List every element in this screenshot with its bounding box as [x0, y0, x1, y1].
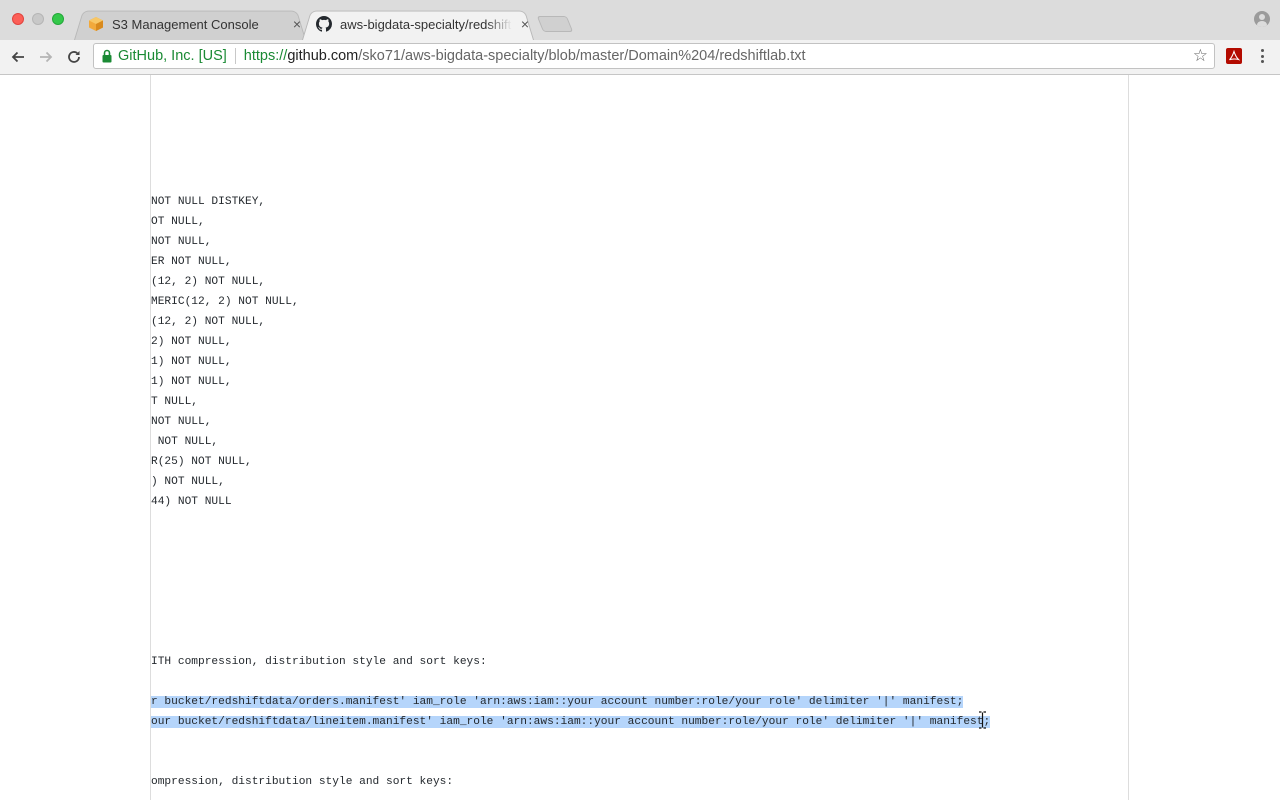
- code-line-text: NOT NULL,: [151, 236, 212, 248]
- url-path: /sko71/aws-bigdata-specialty/blob/master…: [358, 48, 806, 64]
- address-divider: [234, 48, 236, 64]
- browser-menu-icon[interactable]: [1256, 47, 1268, 65]
- tab-close-icon[interactable]: ×: [518, 16, 532, 32]
- tab-github-redshiftlab[interactable]: aws-bigdata-specialty/redshift ×: [302, 8, 534, 41]
- code-line: r bucket/redshiftdata/orders.manifest' i…: [151, 692, 990, 712]
- code-line: ompression, distribution style and sort …: [151, 772, 990, 792]
- github-icon: [316, 16, 332, 32]
- code-line-text: ) NOT NULL,: [151, 476, 225, 488]
- code-line: (12, 2) NOT NULL,: [151, 272, 990, 292]
- code-line-text: ITH compression, distribution style and …: [151, 656, 487, 668]
- code-line-text: ER NOT NULL,: [151, 256, 232, 268]
- code-line: ) NOT NULL,: [151, 472, 990, 492]
- code-line: 1) NOT NULL,: [151, 372, 990, 392]
- new-tab-button[interactable]: [536, 16, 574, 32]
- code-line: R(25) NOT NULL,: [151, 452, 990, 472]
- code-line: 2) NOT NULL,: [151, 332, 990, 352]
- code-line-text: NOT NULL,: [151, 416, 212, 428]
- bookmark-star-icon[interactable]: ☆: [1193, 47, 1208, 65]
- code-line-text: 1) NOT NULL,: [151, 356, 232, 368]
- url-text[interactable]: https://github.com/sko71/aws-bigdata-spe…: [244, 48, 806, 64]
- forward-arrow-icon: [40, 51, 53, 63]
- code-line: NOT NULL,: [151, 432, 990, 452]
- code-line: MERIC(12, 2) NOT NULL,: [151, 292, 990, 312]
- code-line: NOT NULL,: [151, 232, 990, 252]
- window-close-button[interactable]: [12, 13, 24, 25]
- tab-title: S3 Management Console: [112, 16, 259, 32]
- code-line: (12, 2) NOT NULL,: [151, 312, 990, 332]
- acrobat-extension-icon[interactable]: [1226, 48, 1242, 64]
- code-line: T NULL,: [151, 392, 990, 412]
- code-line-text: R(25) NOT NULL,: [151, 456, 252, 468]
- address-bar[interactable]: GitHub, Inc. [US] https://github.com/sko…: [93, 43, 1215, 69]
- code-line: OT NULL,: [151, 212, 990, 232]
- code-line-text: our bucket/redshiftdata/lineitem.manifes…: [151, 716, 991, 728]
- code-line-text: 2) NOT NULL,: [151, 336, 232, 348]
- profile-avatar-icon[interactable]: [1254, 11, 1270, 27]
- security-label[interactable]: GitHub, Inc. [US]: [118, 48, 227, 64]
- file-content-box: NOT NULL DISTKEY, OT NULL, NOT NULL, ER NOT…: [150, 75, 1129, 800]
- code-line-text: 1) NOT NULL,: [151, 376, 232, 388]
- back-arrow-icon: [11, 51, 24, 63]
- page-viewport: NOT NULL DISTKEY, OT NULL, NOT NULL, ER NOT…: [0, 75, 1280, 800]
- code-line: ITH compression, distribution style and …: [151, 652, 990, 672]
- reload-icon: [68, 51, 80, 63]
- window-minimize-button[interactable]: [32, 13, 44, 25]
- code-line-text: NOT NULL,: [151, 436, 219, 448]
- code-line-text: T NULL,: [151, 396, 198, 408]
- code-line-text: 44) NOT NULL: [151, 496, 232, 508]
- code-line-text: ompression, distribution style and sort …: [151, 776, 454, 788]
- code-line-text: (12, 2) NOT NULL,: [151, 316, 266, 328]
- back-button[interactable]: [6, 45, 30, 69]
- code-line-text: (12, 2) NOT NULL,: [151, 276, 266, 288]
- forward-button[interactable]: [34, 45, 58, 69]
- text-cursor-icon: [978, 711, 987, 729]
- file-code-view[interactable]: NOT NULL DISTKEY, OT NULL, NOT NULL, ER NOT…: [151, 192, 991, 792]
- browser-toolbar: GitHub, Inc. [US] https://github.com/sko…: [0, 40, 1280, 75]
- reload-button[interactable]: [62, 45, 86, 69]
- code-line: NOT NULL,: [151, 412, 990, 432]
- code-line-text: r bucket/redshiftdata/orders.manifest' i…: [151, 696, 964, 708]
- code-line: our bucket/redshiftdata/lineitem.manifes…: [151, 712, 991, 732]
- lock-icon: [102, 49, 112, 63]
- code-line: NOT NULL DISTKEY,: [151, 192, 990, 212]
- tab-s3-console[interactable]: S3 Management Console ×: [74, 8, 306, 41]
- code-line-text: NOT NULL DISTKEY,: [151, 196, 266, 208]
- url-scheme: https://: [243, 48, 288, 64]
- browser-tabstrip: S3 Management Console × aws-bigdata-spec…: [0, 0, 1280, 41]
- code-line: ER NOT NULL,: [151, 252, 990, 272]
- code-line: 1) NOT NULL,: [151, 352, 990, 372]
- aws-cube-icon: [88, 16, 104, 32]
- code-line-text: OT NULL,: [151, 216, 205, 228]
- code-line-text: MERIC(12, 2) NOT NULL,: [151, 296, 299, 308]
- url-host: github.com: [287, 48, 359, 64]
- tab-title: aws-bigdata-specialty/redshift: [340, 16, 512, 32]
- code-line: 44) NOT NULL: [151, 492, 990, 512]
- window-maximize-button[interactable]: [52, 13, 64, 25]
